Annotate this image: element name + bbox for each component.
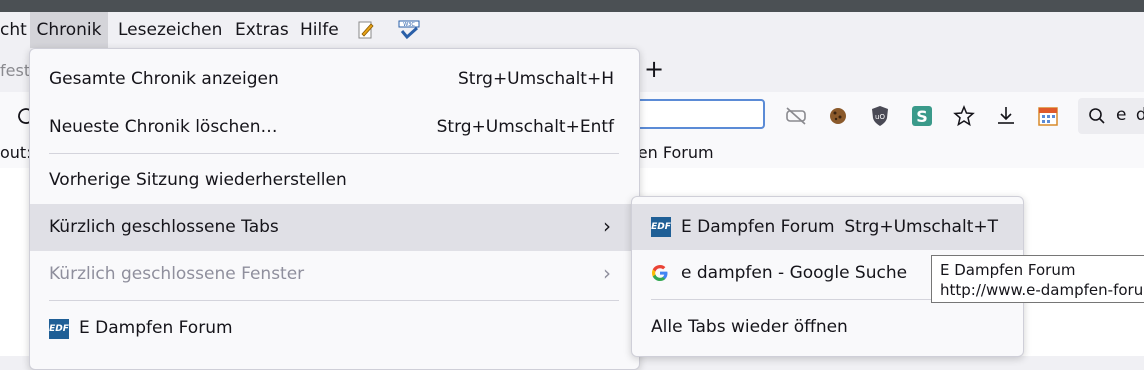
new-tab-button[interactable]: +: [642, 54, 666, 84]
submenu-item-reopen-all-tabs[interactable]: Alle Tabs wieder öffnen: [632, 317, 1023, 341]
menu-item-label: Alle Tabs wieder öffnen: [651, 317, 848, 337]
menu-item-label: Neueste Chronik löschen…: [49, 117, 278, 137]
cookie-icon[interactable]: [826, 104, 850, 128]
search-box[interactable]: e d: [1078, 98, 1144, 134]
google-favicon-icon: [651, 264, 669, 287]
menu-item-shortcut: Strg+Umschalt+T: [844, 217, 998, 237]
stylus-icon[interactable]: S: [910, 104, 934, 128]
search-value: e d: [1116, 105, 1144, 125]
svg-text:S: S: [916, 107, 928, 126]
menu-item-label: Kürzlich geschlossene Tabs: [49, 217, 279, 237]
bookmark-star-icon[interactable]: [952, 104, 976, 128]
menu-bar: cht Chronik Lesezeichen Extras Hilfe W3C: [0, 12, 1144, 48]
chevron-right-icon: ›: [603, 261, 611, 285]
chevron-right-icon: ›: [603, 214, 611, 238]
calendar-icon[interactable]: [1036, 104, 1060, 128]
submenu-item-closed-tab[interactable]: EDF E Dampfen Forum Strg+Umschalt+T: [632, 204, 1023, 250]
download-icon[interactable]: [994, 104, 1018, 128]
menu-item-show-all-history[interactable]: Gesamte Chronik anzeigen Strg+Umschalt+H: [30, 69, 639, 93]
edf-favicon-icon: EDF: [651, 217, 671, 237]
svg-text:W3C: W3C: [403, 22, 415, 28]
menu-item-label: E Dampfen Forum: [79, 318, 233, 338]
svg-text:uO: uO: [875, 113, 885, 121]
menu-item-label: e dampfen - Google Suche: [681, 263, 908, 283]
chronik-menu: Gesamte Chronik anzeigen Strg+Umschalt+H…: [29, 48, 640, 370]
window-titlebar: [0, 0, 1144, 12]
menu-chronik[interactable]: Chronik: [30, 12, 108, 48]
menu-item-history-entry[interactable]: EDF E Dampfen Forum: [30, 318, 639, 342]
menu-ansicht[interactable]: cht: [0, 12, 27, 48]
menu-hilfe[interactable]: Hilfe: [300, 12, 339, 48]
menu-item-shortcut: Strg+Umschalt+H: [458, 69, 614, 89]
search-icon: [1088, 107, 1106, 129]
menu-extras[interactable]: Extras: [235, 12, 289, 48]
menu-item-clear-history[interactable]: Neueste Chronik löschen… Strg+Umschalt+E…: [30, 117, 639, 141]
tracking-blocker-icon[interactable]: [784, 104, 808, 128]
edf-favicon-icon: EDF: [49, 319, 69, 339]
menu-item-label: Gesamte Chronik anzeigen: [49, 69, 279, 89]
ublock-shield-icon[interactable]: uO: [868, 104, 892, 128]
menu-item-shortcut: Strg+Umschalt+Entf: [436, 117, 614, 137]
notepad-icon[interactable]: [356, 20, 376, 40]
url-input[interactable]: [622, 99, 765, 129]
menu-item-restore-session[interactable]: Vorherige Sitzung wiederherstellen: [30, 170, 639, 194]
menu-item-label: Vorherige Sitzung wiederherstellen: [49, 170, 347, 190]
tooltip-url: http://www.e-dampfen-forum: [940, 281, 1144, 299]
menu-item-recently-closed-windows[interactable]: Kürzlich geschlossene Fenster ›: [30, 261, 639, 288]
tooltip: E Dampfen Forum http://www.e-dampfen-for…: [931, 255, 1144, 303]
menu-item-label: Kürzlich geschlossene Fenster: [49, 264, 305, 284]
menu-item-label: E Dampfen Forum: [681, 217, 835, 237]
menu-item-recently-closed-tabs[interactable]: Kürzlich geschlossene Tabs ›: [30, 204, 639, 251]
w3c-validator-icon[interactable]: W3C: [398, 20, 420, 40]
menu-lesezeichen[interactable]: Lesezeichen: [118, 12, 222, 48]
menu-separator: [49, 300, 619, 301]
tab-partial-title[interactable]: fest: [0, 61, 30, 80]
tooltip-title: E Dampfen Forum: [940, 261, 1076, 279]
menu-separator: [49, 153, 619, 154]
